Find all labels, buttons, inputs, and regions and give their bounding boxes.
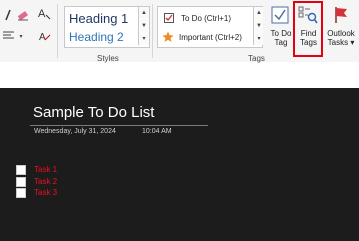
- group-label-styles: Styles: [97, 54, 119, 63]
- page-time: 10:04 AM: [142, 128, 172, 135]
- todo-checkbox[interactable]: [16, 176, 26, 187]
- gallery-expand-icon[interactable]: ▾: [254, 33, 264, 45]
- todo-checkbox[interactable]: [16, 187, 26, 198]
- todo-tag-label: To Do Tag: [270, 29, 292, 47]
- scroll-up-icon[interactable]: ▲: [139, 7, 149, 19]
- task-label[interactable]: Task 2: [34, 177, 57, 186]
- italic-icon[interactable]: [2, 8, 14, 22]
- svg-text:A: A: [39, 32, 46, 42]
- chevron-down-icon[interactable]: ▾: [17, 31, 25, 41]
- find-tags-highlight-box: [293, 1, 323, 57]
- ribbon-separator: [152, 4, 153, 58]
- task-item[interactable]: Task 1: [16, 164, 57, 175]
- svg-text:A: A: [38, 8, 46, 20]
- tag-important[interactable]: Important (Ctrl+2): [158, 28, 254, 46]
- todo-checkbox[interactable]: [16, 164, 26, 175]
- style-heading-1[interactable]: Heading 1: [69, 11, 128, 26]
- checkbox-checked-icon: [164, 13, 174, 23]
- task-item[interactable]: Task 3: [16, 187, 57, 198]
- gallery-expand-icon[interactable]: ▾: [139, 33, 149, 45]
- outlook-tasks-label: Outlook Tasks ▾: [327, 29, 355, 47]
- tag-todo-label: To Do (Ctrl+1): [181, 13, 232, 23]
- tag-important-label: Important (Ctrl+2): [179, 32, 242, 42]
- tags-gallery-scroll[interactable]: ▲ ▼ ▾: [253, 7, 263, 45]
- align-icon[interactable]: [2, 30, 16, 42]
- ribbon-bottom-strip: [0, 62, 359, 88]
- task-label[interactable]: Task 3: [34, 188, 57, 197]
- flag-icon: [335, 7, 347, 23]
- eraser-icon[interactable]: [16, 8, 30, 22]
- scroll-up-icon[interactable]: ▲: [254, 7, 264, 19]
- page-title[interactable]: Sample To Do List: [33, 104, 154, 121]
- page-date: Wednesday, July 31, 2024: [34, 128, 116, 135]
- styles-gallery-scroll[interactable]: ▲ ▼ ▾: [138, 7, 149, 45]
- font-color-icon[interactable]: A: [36, 6, 52, 22]
- star-icon: [162, 31, 174, 42]
- clear-format-icon[interactable]: A: [38, 29, 52, 43]
- scroll-down-icon[interactable]: ▼: [254, 20, 264, 32]
- group-label-tags: Tags: [248, 54, 265, 63]
- ribbon-separator: [57, 4, 58, 58]
- tags-gallery[interactable]: To Do (Ctrl+1) Important (Ctrl+2): [157, 6, 263, 48]
- style-heading-2[interactable]: Heading 2: [69, 30, 124, 44]
- title-divider: [30, 125, 208, 126]
- task-label[interactable]: Task 1: [34, 165, 57, 174]
- task-item[interactable]: Task 2: [16, 176, 57, 187]
- tag-todo[interactable]: To Do (Ctrl+1): [158, 9, 254, 27]
- checkbox-checked-icon: [271, 6, 289, 24]
- scroll-down-icon[interactable]: ▼: [139, 20, 149, 32]
